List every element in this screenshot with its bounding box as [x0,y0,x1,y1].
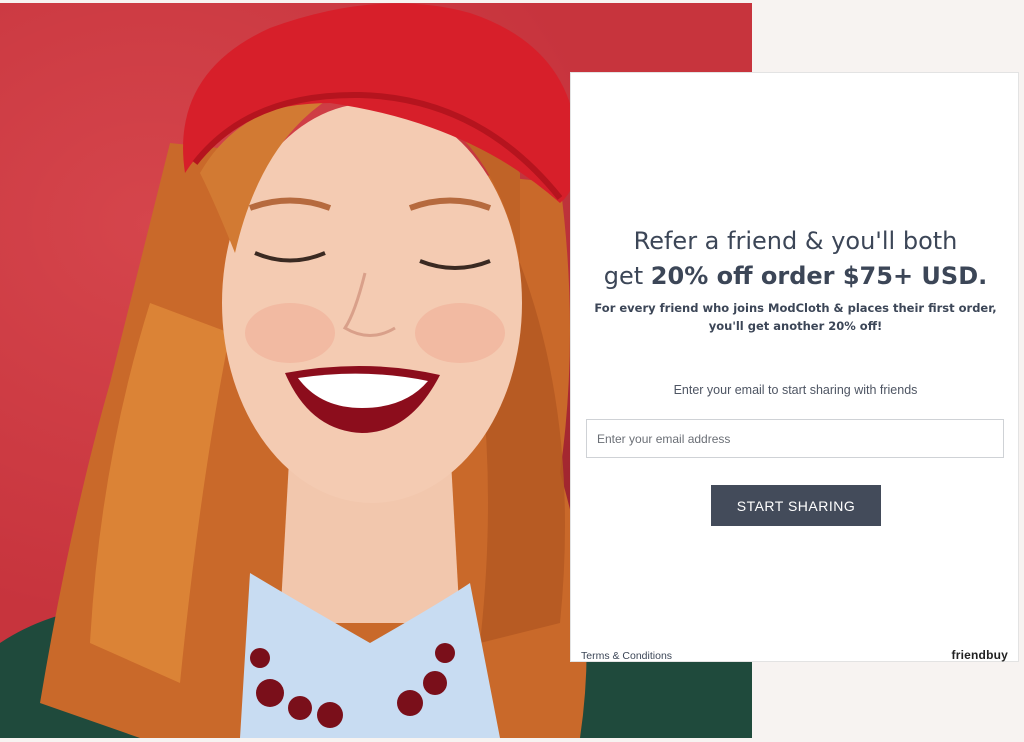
referral-panel: Refer a friend & you'll both get 20% off… [570,72,1019,662]
headline: Refer a friend & you'll both get 20% off… [571,224,1020,294]
email-prompt: Enter your email to start sharing with f… [673,383,918,397]
email-input[interactable] [586,419,1004,458]
headline-line-2: get 20% off order $75+ USD. [571,259,1020,294]
headline-line-1: Refer a friend & you'll both [633,227,958,255]
subheadline: For every friend who joins ModCloth & pl… [591,299,1000,335]
friendbuy-logo: friendbuy [951,648,1008,662]
subheadline-line-2: you'll get another 20% off! [708,319,883,333]
subheadline-line-1: For every friend who joins ModCloth & pl… [594,301,997,315]
start-sharing-button[interactable]: START SHARING [711,485,881,526]
terms-link[interactable]: Terms & Conditions [581,650,672,662]
headline-line-2-prefix: get [603,262,651,290]
headline-offer: 20% off order $75+ USD. [650,262,988,290]
